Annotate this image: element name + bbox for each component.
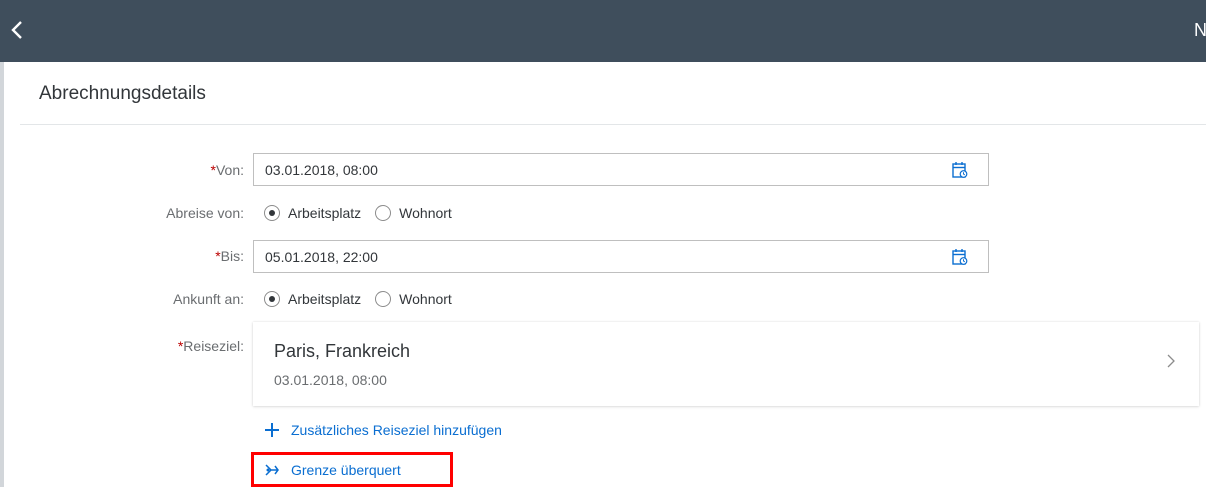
von-datetime-input[interactable]: 03.01.2018, 08:00 bbox=[253, 153, 989, 186]
abreise-arbeitsplatz-radio[interactable] bbox=[264, 205, 280, 221]
abreise-wohnort-radio[interactable] bbox=[375, 205, 392, 221]
section-divider bbox=[20, 124, 1206, 125]
panel-left-border bbox=[0, 62, 6, 487]
destination-list-item[interactable]: Paris, Frankreich 03.01.2018, 08:00 bbox=[253, 322, 1199, 406]
ankunft-arbeitsplatz-label[interactable]: Arbeitsplatz bbox=[288, 291, 361, 307]
ankunft-wohnort-radio[interactable] bbox=[375, 291, 392, 307]
add-icon bbox=[265, 423, 279, 437]
calendar-icon[interactable] bbox=[952, 248, 968, 266]
bis-label: *Bis: bbox=[215, 248, 244, 264]
destination-name: Paris, Frankreich bbox=[274, 341, 411, 361]
abreise-label: Abreise von: bbox=[166, 205, 244, 221]
ankunft-label: Ankunft an: bbox=[173, 291, 244, 307]
von-label: *Von: bbox=[210, 162, 244, 178]
chevron-left-icon bbox=[11, 21, 22, 39]
abreise-arbeitsplatz-label[interactable]: Arbeitsplatz bbox=[288, 205, 361, 221]
bis-datetime-input[interactable]: 05.01.2018, 22:00 bbox=[253, 240, 989, 273]
von-value: 03.01.2018, 08:00 bbox=[265, 162, 378, 178]
back-button[interactable] bbox=[10, 14, 40, 46]
abreise-wohnort-label[interactable]: Wohnort bbox=[399, 205, 452, 221]
reiseziel-label: *Reiseziel: bbox=[177, 338, 244, 354]
section-title: Abrechnungsdetails bbox=[39, 83, 206, 104]
add-destination-link[interactable]: Zusätzliches Reiseziel hinzufügen bbox=[263, 421, 502, 439]
ankunft-arbeitsplatz-radio[interactable] bbox=[264, 291, 280, 307]
ankunft-wohnort-label[interactable]: Wohnort bbox=[399, 291, 452, 307]
destination-date: 03.01.2018, 08:00 bbox=[274, 372, 387, 388]
add-destination-label: Zusätzliches Reiseziel hinzufügen bbox=[291, 422, 502, 438]
highlight-box bbox=[251, 452, 453, 487]
ankunft-radio-group: Arbeitsplatz Wohnort bbox=[264, 291, 466, 307]
bis-value: 05.01.2018, 22:00 bbox=[265, 249, 378, 265]
calendar-icon[interactable] bbox=[952, 161, 968, 179]
app-page: N Abrechnungsdetails *Von: 03.01.2018, 0… bbox=[0, 0, 1206, 487]
shell-header: N bbox=[0, 0, 1206, 62]
header-title-fragment: N bbox=[1194, 20, 1206, 40]
abreise-radio-group: Arbeitsplatz Wohnort bbox=[264, 205, 466, 221]
chevron-right-icon bbox=[1167, 354, 1175, 368]
